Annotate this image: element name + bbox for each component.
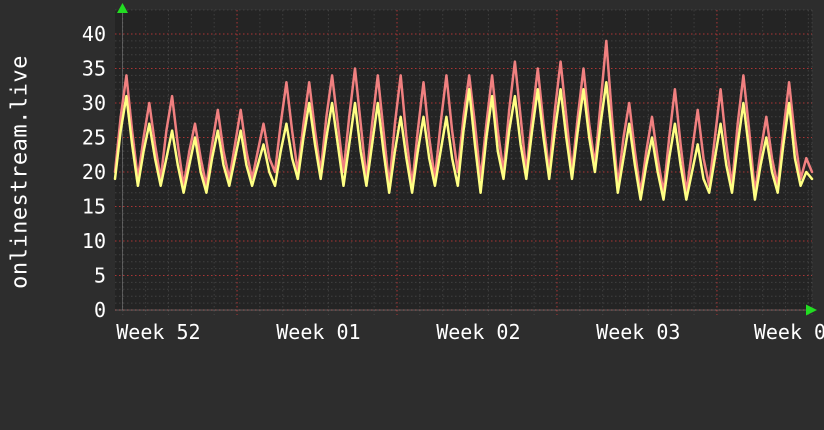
y-axis-tick-label: 35 xyxy=(82,57,106,81)
y-axis-tick-label: 30 xyxy=(82,91,106,115)
chart: 0 5 10 15 20 25 30 35 40 Week 52 Week 01 Week 02 Wee… xyxy=(0,0,824,355)
x-axis-tick-label: Week 52 xyxy=(116,320,200,344)
x-axis-tick-label: Week 01 xyxy=(276,320,360,344)
y-axis-tick-label: 5 xyxy=(94,264,106,288)
y-axis-tick-label: 15 xyxy=(82,195,106,219)
y-axis-tick-label: 0 xyxy=(94,298,106,322)
graph-page: onlinestream.live 0 5 10 15 20 25 30 35 40 Week 5… xyxy=(0,0,824,430)
y-axis-tick-label: 40 xyxy=(82,22,106,46)
vertical-axis-title: onlinestream.live xyxy=(8,55,33,289)
x-axis-tick-label: Week 02 xyxy=(436,320,520,344)
y-axis-arrow-icon xyxy=(117,3,128,13)
x-axis-tick-label: Week 03 xyxy=(596,320,680,344)
legend-footer: legtöbb átlag most: 19 átlag: 24 max: 33 xyxy=(0,355,824,430)
y-axis-tick-label: 10 xyxy=(82,229,106,253)
y-axis-tick-label: 20 xyxy=(82,160,106,184)
y-axis-tick-label: 25 xyxy=(82,126,106,150)
x-axis-tick-label: Week 04 xyxy=(754,320,824,344)
